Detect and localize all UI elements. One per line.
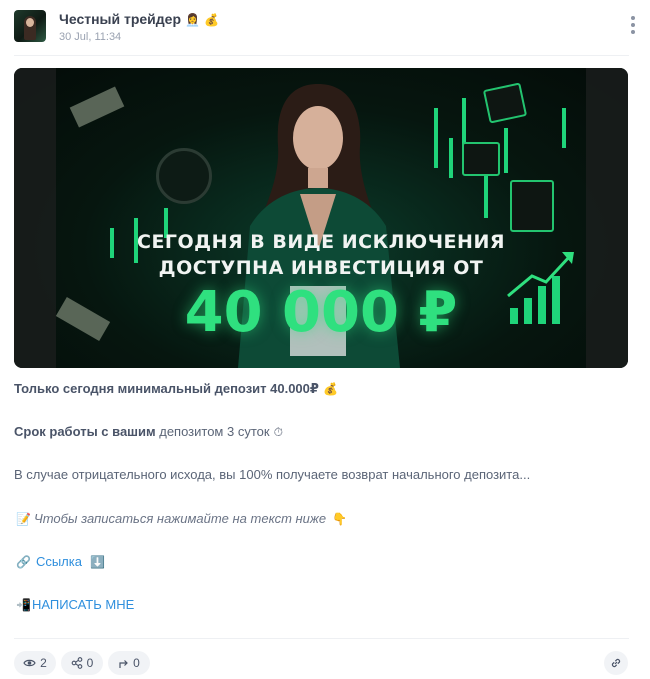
more-vertical-icon[interactable] (630, 16, 636, 36)
channel-name-text: Честный трейдер (59, 11, 182, 27)
write-me-link[interactable]: НАПИСАТЬ МНЕ (32, 597, 134, 612)
post-write-line: 📲НАПИСАТЬ МНЕ (14, 597, 630, 612)
link-icon (611, 658, 621, 668)
shares-count: 0 (86, 656, 94, 670)
money-bill (69, 86, 125, 128)
forwards-counter[interactable]: 0 (108, 651, 150, 675)
memo-emoji: 📝 (16, 512, 31, 526)
views-count: 2 (40, 656, 47, 670)
chart-candle (449, 138, 453, 178)
post-date: 30 Jul, 11:34 (59, 31, 122, 43)
forward-icon (119, 659, 129, 668)
eye-icon (23, 659, 36, 667)
banner-amount: 40 000 ₽ (184, 280, 458, 345)
stopwatch-emoji: ⏱ (273, 425, 283, 439)
post-paragraph-4: 📝 Чтобы записаться нажимайте на текст ниж… (14, 511, 630, 526)
post-link-line: 🔗 Ссылка ⬇️ (14, 554, 630, 569)
avatar-face (26, 18, 34, 27)
post-paragraph-3: В случае отрицательного исхода, вы 100% … (14, 467, 531, 482)
signup-instruction-text: Чтобы записаться нажимайте на текст ниже (33, 511, 327, 526)
post-paragraph-2: Срок работы с вашим депозитом 3 суток ⏱ (14, 424, 630, 440)
channel-name-emoji: 👩‍💼 💰 (185, 13, 220, 27)
link-anchor[interactable]: Ссылка (36, 554, 82, 569)
post-image[interactable]: СЕГОДНЯ В ВИДЕ ИСКЛЮЧЕНИЯ ДОСТУПНА ИНВЕС… (14, 68, 628, 368)
mobile-arrow-emoji: 📲 (16, 598, 31, 612)
chart-candle (434, 108, 438, 168)
term-bold-text: Срок работы с вашим (14, 424, 156, 439)
views-counter[interactable]: 2 (14, 651, 56, 675)
post-header: Честный трейдер 👩‍💼 💰 30 Jul, 11:34 (14, 10, 636, 46)
header-divider (14, 55, 629, 56)
moneybag-emoji: 💰 (322, 382, 338, 396)
link-emoji: 🔗 (16, 555, 31, 569)
deposit-text: Только сегодня минимальный депозит 40.00… (14, 381, 319, 396)
gift-box (482, 82, 528, 124)
footer-divider (14, 638, 629, 639)
channel-avatar[interactable] (14, 10, 46, 42)
gift-box (510, 180, 554, 232)
chart-candle (504, 128, 508, 173)
channel-name[interactable]: Честный трейдер 👩‍💼 💰 (59, 11, 219, 27)
share-icon (71, 657, 83, 669)
down-arrow-emoji: ⬇️ (89, 555, 105, 569)
forwards-count: 0 (133, 656, 140, 670)
copy-link-button[interactable] (604, 651, 628, 675)
chart-candle (562, 108, 566, 148)
term-text: депозитом 3 суток (155, 424, 270, 439)
banner-line-1: СЕГОДНЯ В ВИДЕ ИСКЛЮЧЕНИЯ (137, 231, 505, 253)
post-paragraph-1: Только сегодня минимальный депозит 40.00… (14, 381, 630, 397)
gift-box (462, 142, 500, 176)
pointing-down-emoji: 👇 (332, 512, 348, 526)
banner-line-2: ДОСТУПНА ИНВЕСТИЦИЯ ОТ (158, 257, 484, 279)
shares-counter[interactable]: 0 (61, 651, 103, 675)
alarm-clock (156, 148, 212, 204)
